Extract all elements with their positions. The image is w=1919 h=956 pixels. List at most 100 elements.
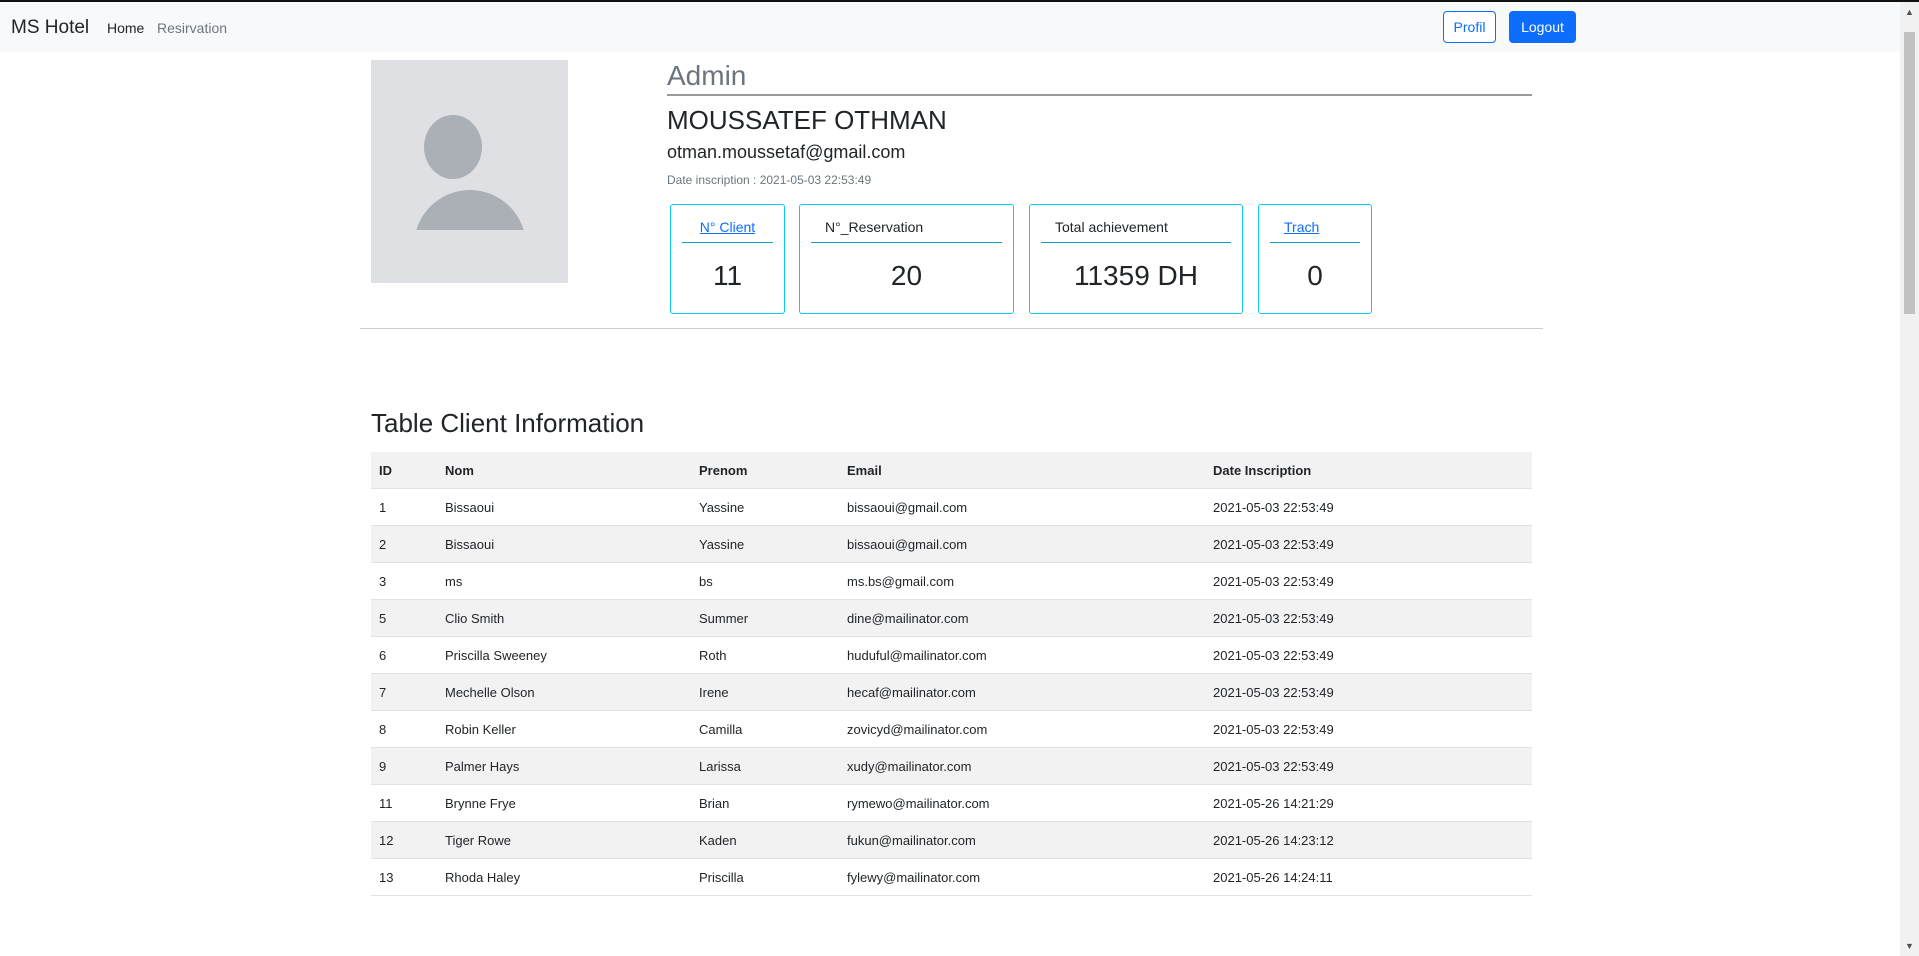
- table-title: Table Client Information: [371, 408, 645, 438]
- cell-prenom: bs: [691, 562, 839, 600]
- cell-nom: Priscilla Sweeney: [437, 636, 691, 674]
- table-row: 7 Mechelle Olson Irene hecaf@mailinator.com…: [371, 673, 1532, 711]
- cell-prenom: Kaden: [691, 821, 839, 859]
- nav-link-home[interactable]: Home: [107, 20, 144, 36]
- column-header-id: ID: [371, 452, 437, 489]
- cell-prenom: Roth: [691, 636, 839, 674]
- cell-nom: ms: [437, 562, 691, 600]
- scroll-up-arrow-icon[interactable]: ▲: [1904, 6, 1915, 18]
- cell-prenom: Larissa: [691, 747, 839, 785]
- cell-nom: Bissaoui: [437, 525, 691, 563]
- cell-nom: Palmer Hays: [437, 747, 691, 785]
- cell-email: dine@mailinator.com: [839, 599, 1205, 637]
- navbar: MS Hotel Home Resirvation Profil Logout: [0, 2, 1900, 52]
- logout-button[interactable]: Logout: [1509, 11, 1576, 43]
- table-row: 5 Clio Smith Summer dine@mailinator.com 2021…: [371, 599, 1532, 637]
- cell-nom: Bissaoui: [437, 488, 691, 526]
- cell-email: xudy@mailinator.com: [839, 747, 1205, 785]
- cell-date: 2021-05-03 22:53:49: [1205, 562, 1532, 600]
- stat-label-reservations: N°_Reservation: [825, 219, 924, 235]
- cell-email: rymewo@mailinator.com: [839, 784, 1205, 822]
- cell-date: 2021-05-26 14:23:12: [1205, 821, 1532, 859]
- profil-button[interactable]: Profil: [1443, 11, 1496, 43]
- scroll-down-arrow-icon[interactable]: ▼: [1904, 940, 1915, 952]
- cell-id: 2: [371, 525, 437, 563]
- table-row: 9 Palmer Hays Larissa xudy@mailinator.com 20…: [371, 747, 1532, 785]
- client-table: ID Nom Prenom Email Date Inscription 1 Bi…: [371, 452, 1532, 896]
- stat-card-reservations: N°_Reservation 20: [799, 204, 1014, 314]
- cell-nom: Robin Keller: [437, 710, 691, 748]
- table-row: 12 Tiger Rowe Kaden fukun@mailinator.com 202…: [371, 821, 1532, 859]
- stat-value-clients: 11: [712, 260, 743, 291]
- role-heading: Admin: [667, 60, 747, 91]
- stat-value-achievement: 11359 DH: [1073, 260, 1198, 291]
- column-header-email: Email: [839, 452, 1205, 489]
- user-avatar-body: [414, 190, 526, 230]
- table-row: 13 Rhoda Haley Priscilla fylewy@mailinator.…: [371, 858, 1532, 896]
- role-divider: [667, 94, 1532, 96]
- stat-value-reservations: 20: [890, 260, 923, 291]
- cell-prenom: Irene: [691, 673, 839, 711]
- cell-id: 6: [371, 636, 437, 674]
- cell-id: 11: [371, 784, 437, 822]
- cell-id: 5: [371, 599, 437, 637]
- cell-nom: Brynne Frye: [437, 784, 691, 822]
- cell-nom: Rhoda Haley: [437, 858, 691, 896]
- stat-card-achievement: Total achievement 11359 DH: [1029, 204, 1243, 314]
- section-divider: [360, 328, 1543, 329]
- table-body: 1 Bissaoui Yassine bissaoui@gmail.com 2021-0…: [371, 488, 1532, 896]
- table-row: 1 Bissaoui Yassine bissaoui@gmail.com 2021-0…: [371, 488, 1532, 526]
- cell-id: 8: [371, 710, 437, 748]
- table-row: 6 Priscilla Sweeney Roth huduful@mailinator…: [371, 636, 1532, 674]
- nav-link-reservation[interactable]: Resirvation: [157, 20, 227, 36]
- user-name: MOUSSATEF OTHMAN: [667, 105, 947, 135]
- column-header-date: Date Inscription: [1205, 452, 1532, 489]
- cell-date: 2021-05-03 22:53:49: [1205, 636, 1532, 674]
- cell-email: bissaoui@gmail.com: [839, 488, 1205, 526]
- table-header-row: ID Nom Prenom Email Date Inscription: [371, 452, 1532, 489]
- table-row: 11 Brynne Frye Brian rymewo@mailinator.com 2…: [371, 784, 1532, 822]
- stat-label-achievement: Total achievement: [1055, 219, 1168, 235]
- cell-date: 2021-05-03 22:53:49: [1205, 747, 1532, 785]
- cell-date: 2021-05-03 22:53:49: [1205, 673, 1532, 711]
- table-row: 8 Robin Keller Camilla zovicyd@mailinator.c…: [371, 710, 1532, 748]
- user-avatar-icon: [424, 115, 482, 179]
- cell-id: 12: [371, 821, 437, 859]
- cell-email: fukun@mailinator.com: [839, 821, 1205, 859]
- cell-id: 7: [371, 673, 437, 711]
- cell-email: hecaf@mailinator.com: [839, 673, 1205, 711]
- cell-email: bissaoui@gmail.com: [839, 525, 1205, 563]
- stat-link-clients[interactable]: N° Client: [671, 219, 784, 235]
- cell-email: ms.bs@gmail.com: [839, 562, 1205, 600]
- column-header-prenom: Prenom: [691, 452, 839, 489]
- cell-nom: Mechelle Olson: [437, 673, 691, 711]
- cell-id: 9: [371, 747, 437, 785]
- table-row: 2 Bissaoui Yassine bissaoui@gmail.com 2021-0…: [371, 525, 1532, 563]
- cell-id: 3: [371, 562, 437, 600]
- card-divider: [1041, 242, 1231, 243]
- brand-logo[interactable]: MS Hotel: [11, 17, 89, 39]
- table-row: 3 ms bs ms.bs@gmail.com 2021-05-03 22:53:49: [371, 562, 1532, 600]
- cell-id: 1: [371, 488, 437, 526]
- card-divider: [811, 242, 1002, 243]
- cell-date: 2021-05-03 22:53:49: [1205, 525, 1532, 563]
- cell-email: zovicyd@mailinator.com: [839, 710, 1205, 748]
- card-divider: [682, 242, 773, 243]
- cell-date: 2021-05-03 22:53:49: [1205, 710, 1532, 748]
- cell-date: 2021-05-26 14:21:29: [1205, 784, 1532, 822]
- cell-nom: Tiger Rowe: [437, 821, 691, 859]
- date-inscription: Date inscription : 2021-05-03 22:53:49: [667, 173, 872, 187]
- cell-nom: Clio Smith: [437, 599, 691, 637]
- cell-date: 2021-05-26 14:24:11: [1205, 858, 1532, 896]
- stat-value-trach: 0: [1307, 260, 1323, 291]
- avatar: [371, 60, 568, 283]
- cell-prenom: Camilla: [691, 710, 839, 748]
- scrollbar-thumb[interactable]: [1904, 32, 1915, 314]
- card-divider: [1270, 242, 1360, 243]
- vertical-scrollbar[interactable]: ▲ ▼: [1900, 2, 1919, 956]
- stat-link-trach[interactable]: Trach: [1259, 219, 1371, 235]
- cell-date: 2021-05-03 22:53:49: [1205, 599, 1532, 637]
- cell-prenom: Yassine: [691, 488, 839, 526]
- stat-card-trach: Trach 0: [1258, 204, 1372, 314]
- cell-id: 13: [371, 858, 437, 896]
